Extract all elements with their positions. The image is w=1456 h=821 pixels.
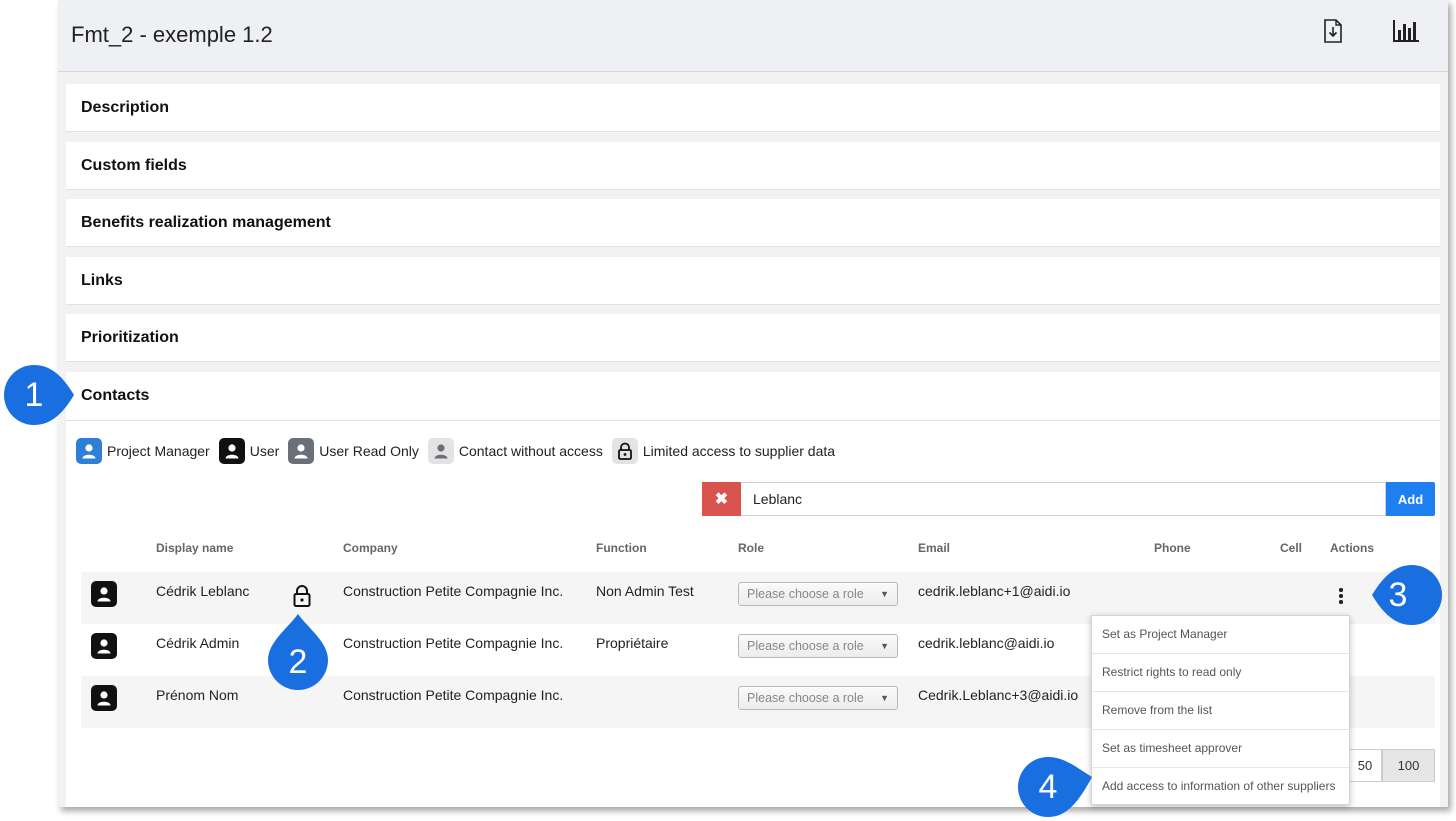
legend-label: Contact without access: [458, 443, 603, 459]
column-header-phone[interactable]: Phone: [1154, 541, 1191, 555]
legend-item-user: User: [218, 438, 280, 464]
legend-item-project-manager: Project Manager: [76, 438, 210, 464]
legend-item-limited-access: Limited access to supplier data: [611, 438, 836, 464]
divider: [66, 420, 1440, 421]
contact-name: Cédrik Admin: [156, 635, 240, 651]
contact-company: Construction Petite Compagnie Inc.: [343, 635, 564, 651]
contact-email: cedrik.leblanc+1@aidi.io: [918, 583, 1071, 599]
callout-1: 1: [2, 363, 74, 427]
lock-icon: [291, 584, 313, 608]
menu-item-remove-from-list[interactable]: Remove from the list: [1092, 692, 1349, 730]
section-title: Description: [81, 99, 170, 116]
legend-label: Project Manager: [107, 443, 210, 459]
role-legend: Project Manager User User Read Only Cont…: [76, 438, 844, 464]
user-icon: [427, 438, 454, 464]
lock-icon: [611, 438, 638, 464]
column-header-company[interactable]: Company: [343, 541, 398, 555]
section-custom-fields[interactable]: Custom fields: [66, 142, 1440, 190]
clear-search-button[interactable]: ✖: [702, 482, 741, 516]
column-header-actions: Actions: [1330, 541, 1375, 555]
role-select[interactable]: Please choose a role ▼: [738, 634, 898, 658]
section-title[interactable]: Contacts: [81, 387, 149, 405]
section-title: Benefits realization management: [81, 214, 331, 231]
menu-item-set-timesheet-approver[interactable]: Set as timesheet approver: [1092, 730, 1349, 768]
user-icon: [91, 581, 117, 607]
legend-label: User Read Only: [319, 443, 419, 459]
section-title: Links: [81, 272, 123, 289]
menu-item-add-supplier-access[interactable]: Add access to information of other suppl…: [1092, 768, 1349, 806]
contact-name: Cédrik Leblanc: [156, 583, 250, 599]
contact-company: Construction Petite Compagnie Inc.: [343, 687, 564, 703]
section-title: Prioritization: [81, 329, 179, 346]
menu-item-set-project-manager[interactable]: Set as Project Manager: [1092, 616, 1349, 654]
user-icon: [288, 438, 315, 464]
section-prioritization[interactable]: Prioritization: [66, 314, 1440, 362]
callout-number: 1: [24, 375, 44, 414]
user-icon: [91, 633, 117, 659]
callout-number: 2: [288, 642, 308, 681]
chevron-down-icon: ▼: [880, 589, 889, 599]
column-header-email[interactable]: Email: [918, 541, 950, 555]
role-select[interactable]: Please choose a role ▼: [738, 582, 898, 606]
section-description[interactable]: Description: [66, 84, 1440, 132]
more-actions-icon[interactable]: [1336, 588, 1346, 608]
callout-number: 3: [1388, 575, 1408, 614]
column-header-function[interactable]: Function: [596, 541, 647, 555]
section-links[interactable]: Links: [66, 257, 1440, 305]
column-header-display-name[interactable]: Display name: [156, 541, 233, 555]
menu-item-restrict-read-only[interactable]: Restrict rights to read only: [1092, 654, 1349, 692]
role-select-placeholder: Please choose a role: [747, 691, 864, 705]
contact-search-input[interactable]: [741, 482, 1386, 516]
column-header-cell[interactable]: Cell: [1280, 541, 1302, 555]
user-icon: [76, 438, 102, 464]
contact-function: Non Admin Test: [596, 583, 694, 599]
page-header: Fmt_2 - exemple 1.2: [58, 0, 1448, 72]
page-size-100[interactable]: 100: [1382, 749, 1435, 782]
legend-item-user-read-only: User Read Only: [288, 438, 419, 464]
chevron-down-icon: ▼: [880, 693, 889, 703]
close-icon: ✖: [714, 491, 729, 508]
role-select-placeholder: Please choose a role: [747, 587, 864, 601]
callout-number: 4: [1038, 767, 1058, 806]
contact-email: Cedrik.Leblanc+3@aidi.io: [918, 687, 1079, 703]
contact-company: Construction Petite Compagnie Inc.: [343, 583, 564, 599]
page-size-50[interactable]: 50: [1348, 749, 1382, 782]
user-icon: [91, 685, 117, 711]
callout-3: 3: [1352, 563, 1442, 627]
contact-name: Prénom Nom: [156, 687, 239, 703]
contact-email: cedrik.leblanc@aidi.io: [918, 635, 1055, 651]
actions-menu: Set as Project Manager Restrict rights t…: [1091, 615, 1350, 805]
file-download-icon[interactable]: [1320, 18, 1346, 44]
bar-chart-icon[interactable]: [1392, 18, 1419, 44]
section-benefits-realization[interactable]: Benefits realization management: [66, 199, 1440, 247]
column-header-role[interactable]: Role: [738, 541, 764, 555]
page-title: Fmt_2 - exemple 1.2: [71, 22, 273, 47]
legend-label: Limited access to supplier data: [642, 443, 836, 459]
legend-label: User: [249, 443, 280, 459]
section-title: Custom fields: [81, 157, 187, 174]
callout-4: 4: [1016, 753, 1092, 817]
role-select-placeholder: Please choose a role: [747, 639, 864, 653]
role-select[interactable]: Please choose a role ▼: [738, 686, 898, 710]
add-contact-button[interactable]: Add: [1386, 482, 1435, 516]
user-icon: [218, 438, 245, 464]
contact-function: Propriétaire: [596, 635, 669, 651]
callout-2: 2: [266, 614, 330, 690]
legend-item-contact-without-access: Contact without access: [427, 438, 603, 464]
chevron-down-icon: ▼: [880, 641, 889, 651]
